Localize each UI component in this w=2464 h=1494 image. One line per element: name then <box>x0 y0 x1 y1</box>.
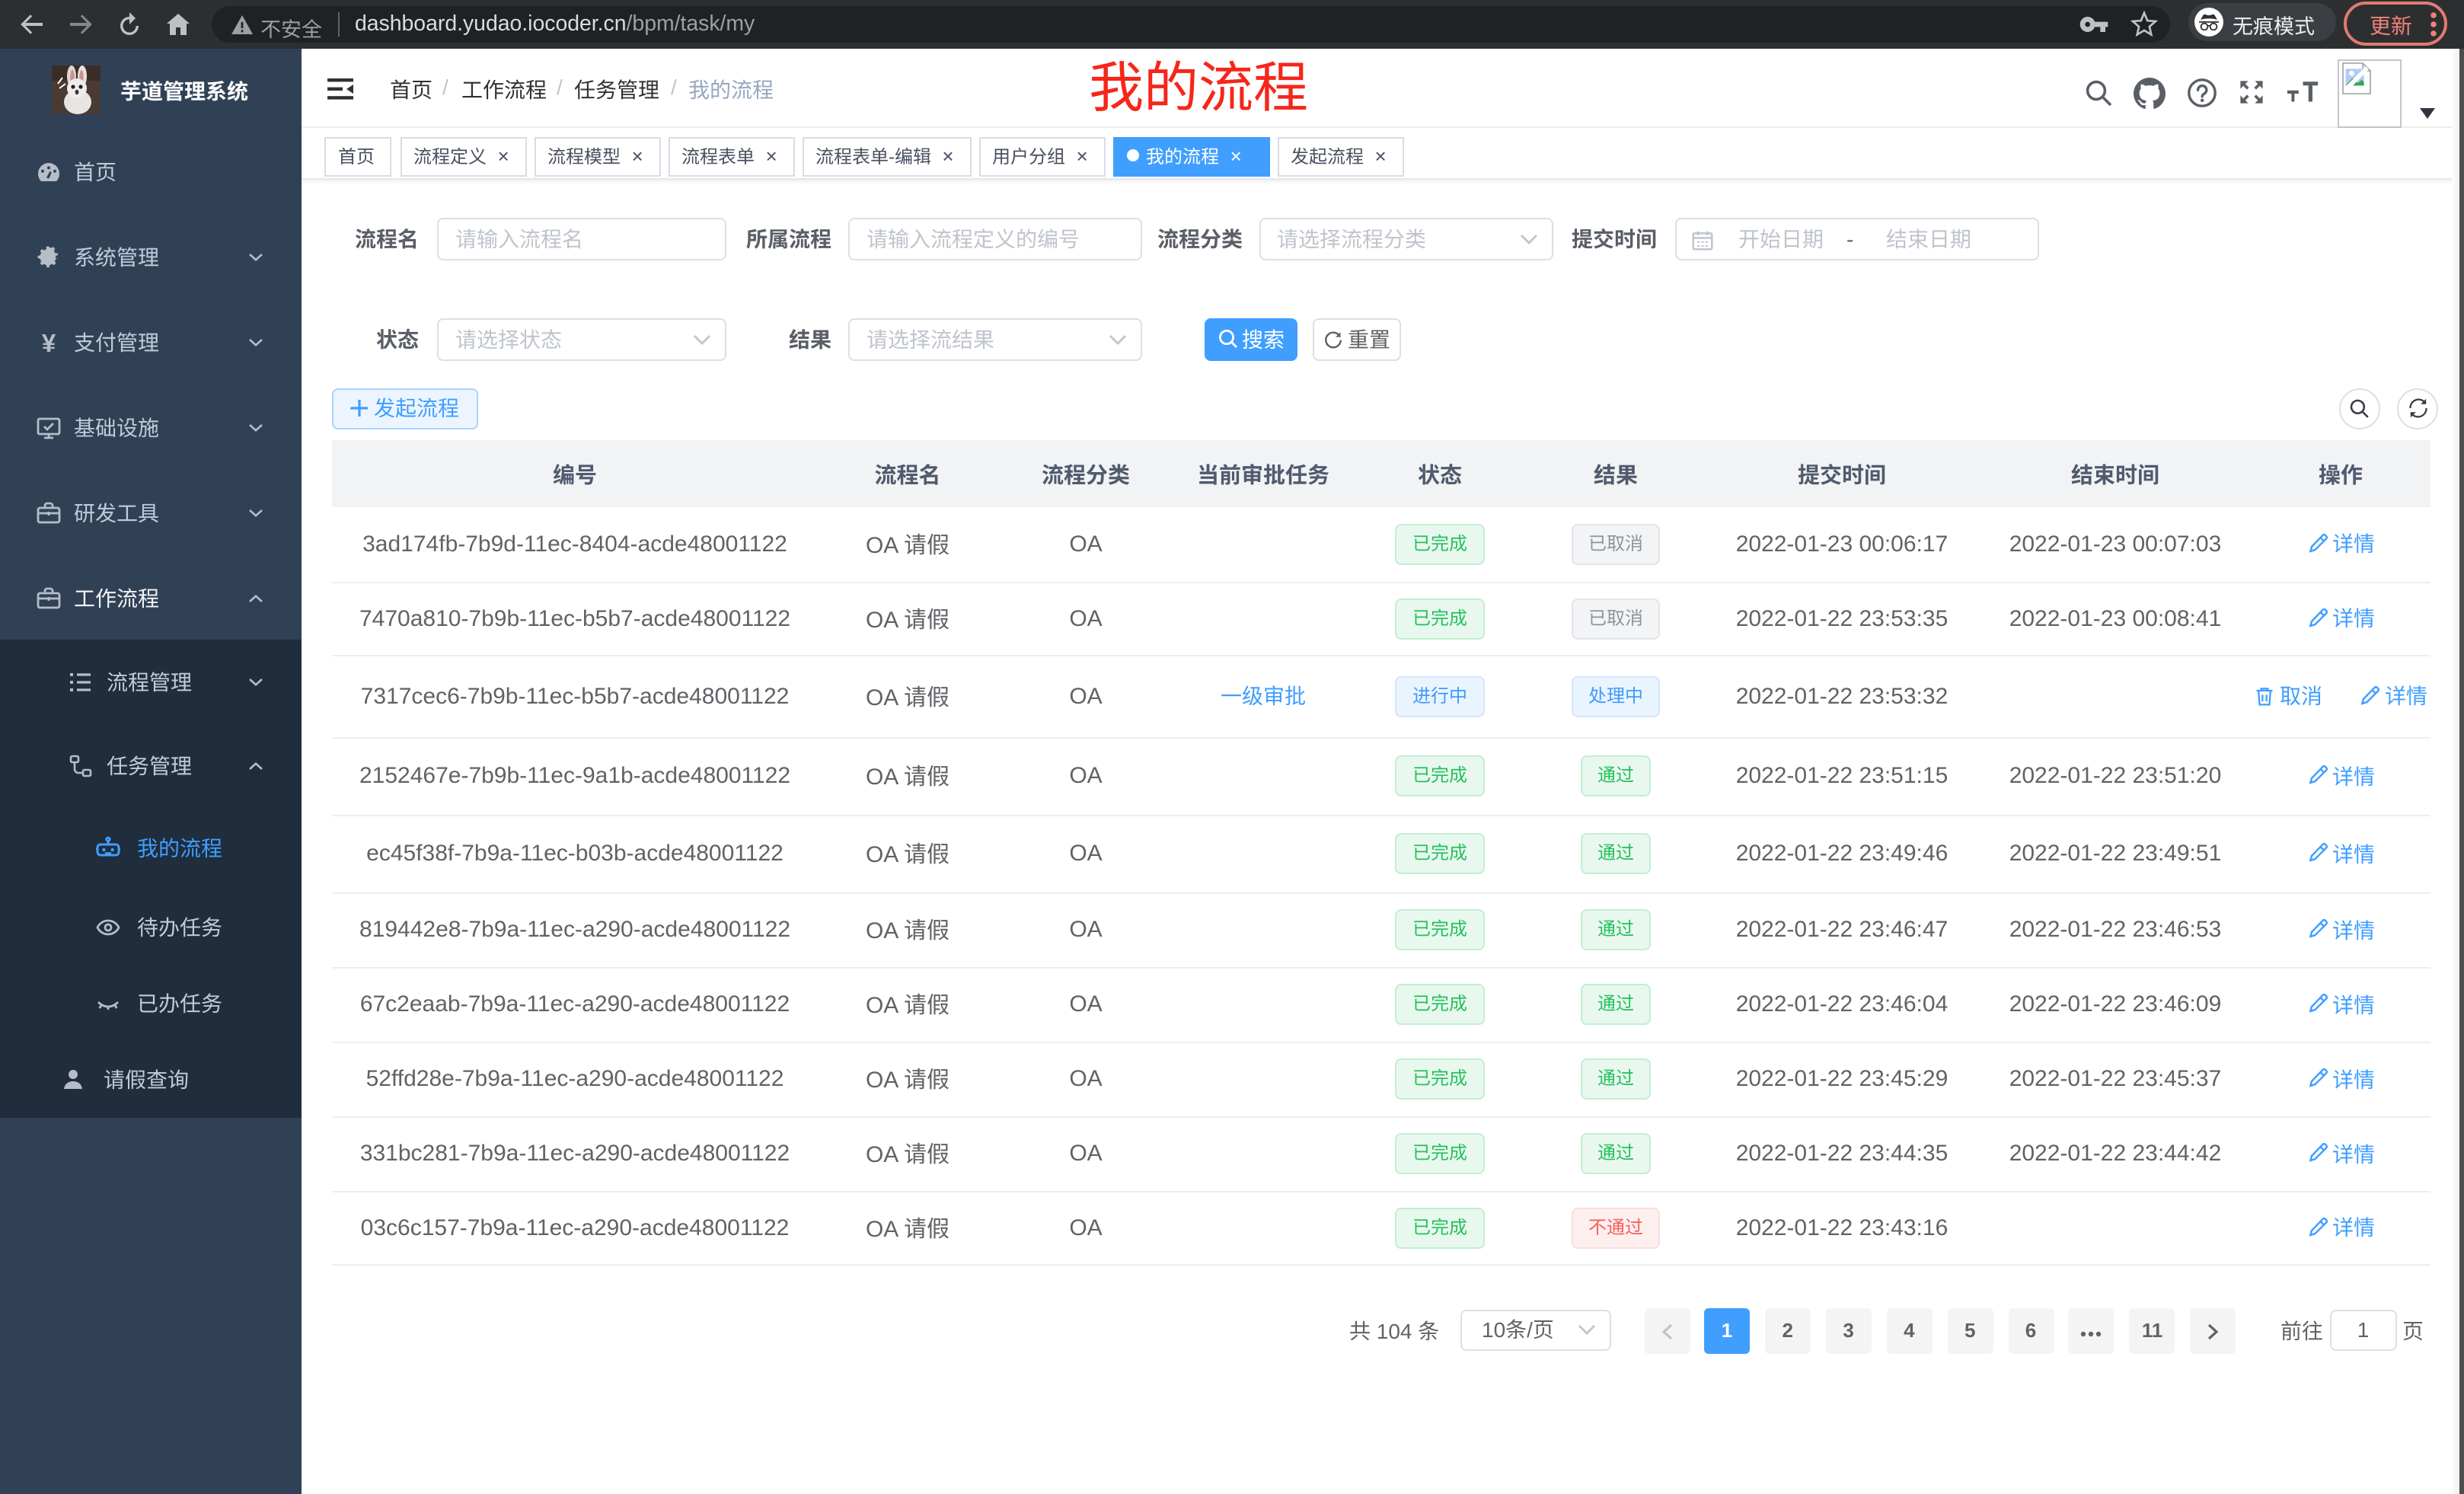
svg-text:¥: ¥ <box>42 330 56 355</box>
